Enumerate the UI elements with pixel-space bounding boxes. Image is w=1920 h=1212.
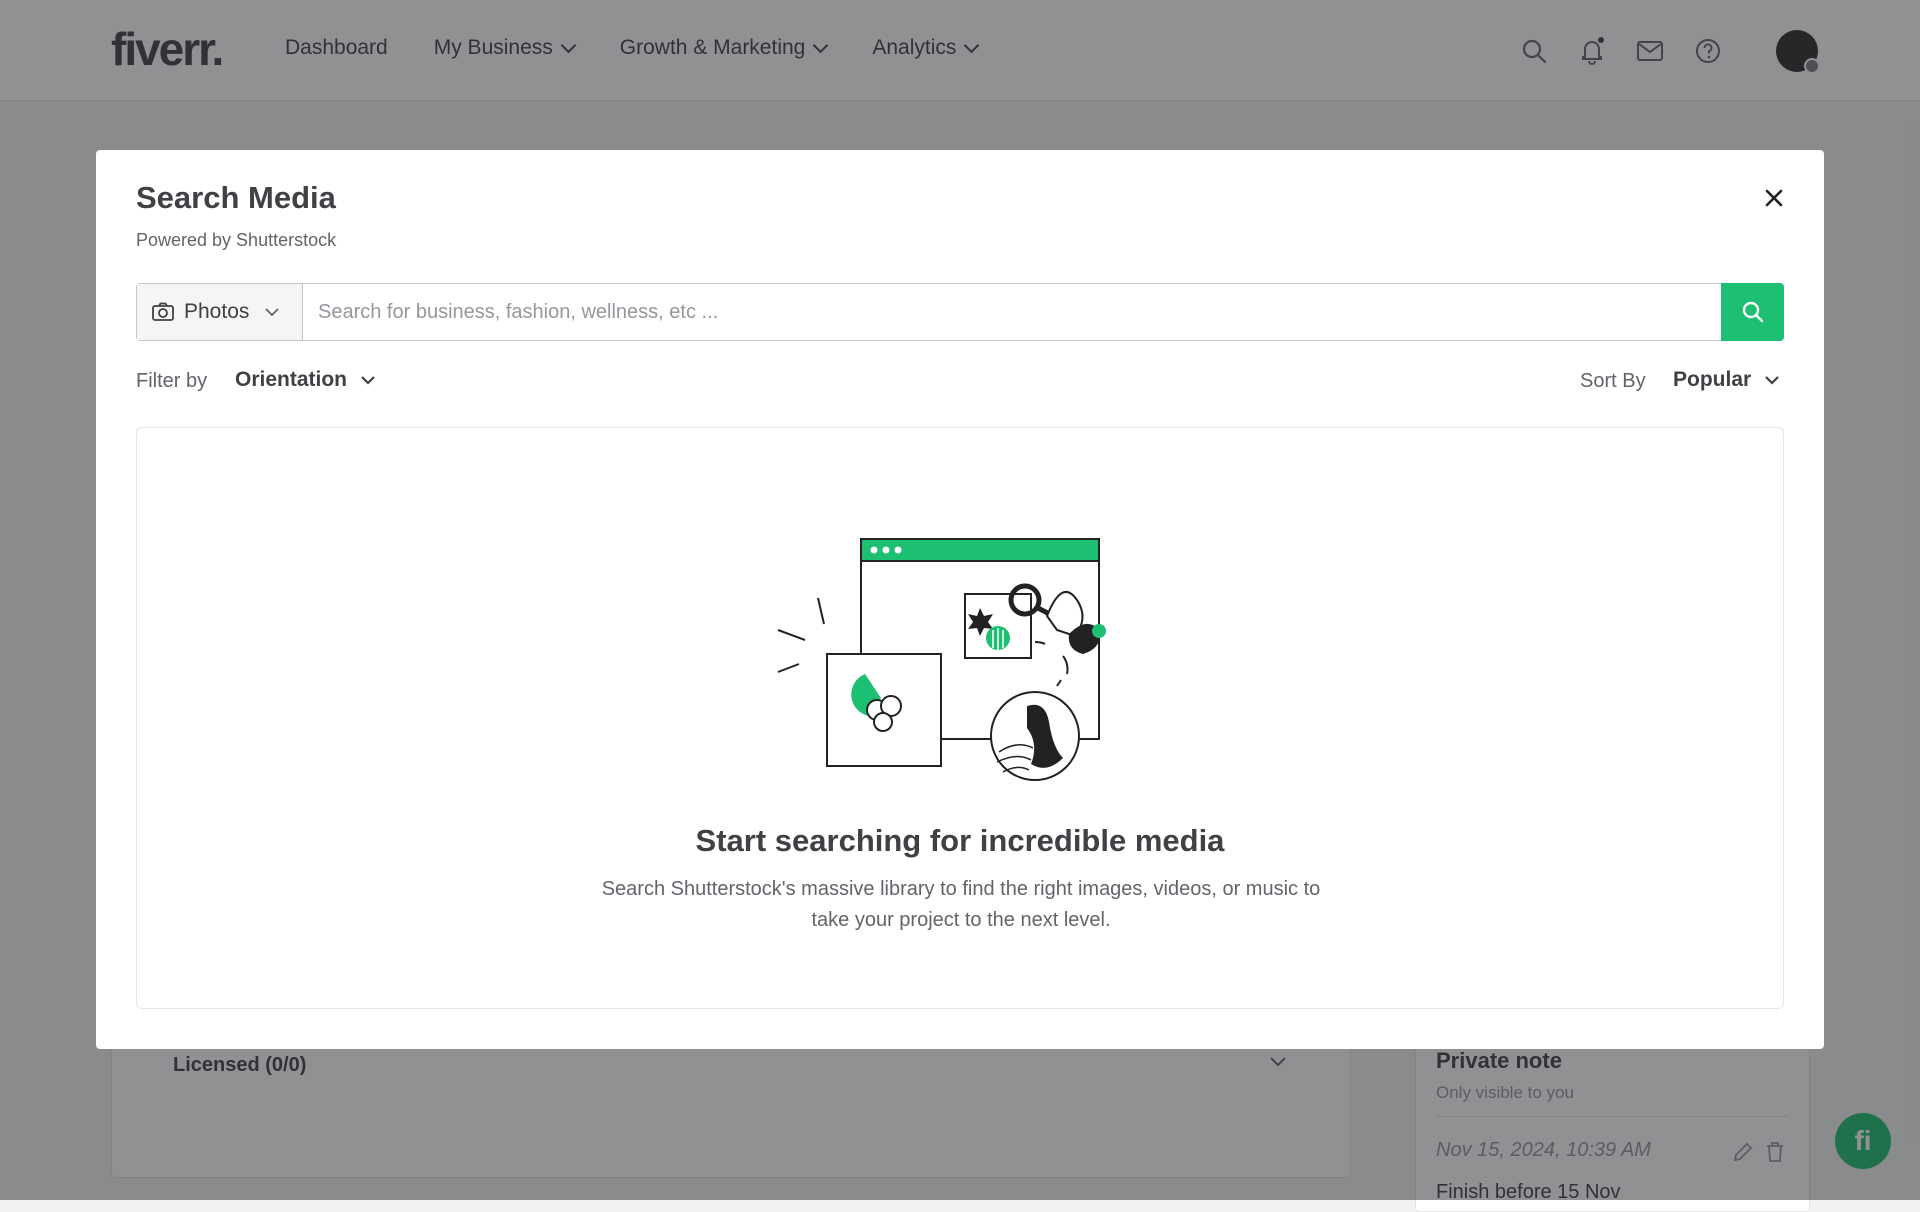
search-media-modal: Search Media Powered by Shutterstock Pho… [96,150,1824,1049]
sort-dropdown[interactable]: Popular [1673,368,1779,392]
results-panel: Start searching for incredible media Sea… [136,427,1784,1009]
orientation-filter-value: Orientation [235,368,348,391]
filter-sort-row: Filter by Orientation Sort By Popular [136,368,1784,398]
empty-state-description: Search Shutterstock's massive library to… [537,874,1385,936]
search-button[interactable] [1721,283,1784,341]
filter-label: Filter by [136,370,208,392]
chevron-down-icon [265,307,280,316]
media-type-select[interactable]: Photos [137,284,303,340]
orientation-filter-dropdown[interactable]: Orientation [235,368,375,392]
empty-state-description-line: take your project to the next level. [811,909,1111,931]
empty-state-description-line: Search Shutterstock's massive library to… [601,878,1321,900]
close-icon [1765,189,1783,207]
sort-value: Popular [1673,368,1752,391]
search-bar: Photos [136,283,1784,341]
empty-state-illustration [777,538,1106,781]
close-button[interactable] [1760,184,1788,212]
search-icon [1742,301,1763,323]
chevron-down-icon [361,375,375,385]
camera-icon [152,302,174,321]
chevron-down-icon [1765,375,1779,385]
modal-title: Search Media [136,180,336,215]
modal-subtitle: Powered by Shutterstock [136,230,337,250]
sort-label: Sort By [1580,370,1646,392]
empty-state-title: Start searching for incredible media [695,823,1225,858]
media-type-label: Photos [184,300,250,323]
search-input[interactable] [303,284,1721,340]
